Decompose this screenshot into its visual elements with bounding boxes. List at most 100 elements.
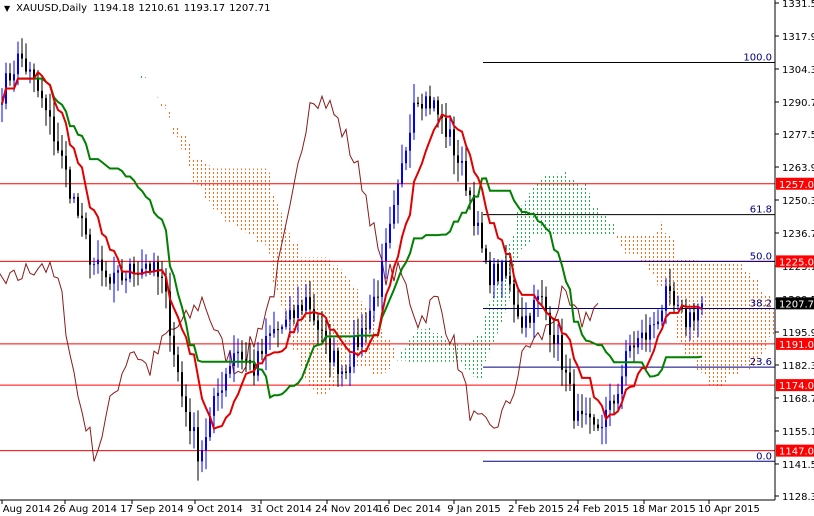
candle-body — [25, 58, 27, 72]
candle-body — [245, 359, 247, 361]
candle-body — [29, 69, 31, 72]
cloud-segment — [396, 358, 400, 361]
candle-body — [373, 296, 375, 311]
cloud-segment — [532, 187, 536, 236]
triangle-down-icon[interactable]: ▼ — [4, 3, 10, 15]
candle-body — [113, 272, 115, 284]
fib-level-label: 23.6 — [750, 357, 772, 368]
candle-body — [105, 270, 107, 278]
candle-body — [185, 396, 187, 412]
candle-body — [173, 335, 175, 355]
fibonacci-retracement: 100.0 61.8 50.0 38.2 23.6 0.0 — [483, 52, 775, 462]
candle-body — [561, 335, 563, 370]
cloud-segment — [380, 329, 384, 374]
cloud-segment — [216, 168, 220, 210]
candle-body — [541, 296, 543, 298]
candle-body — [21, 53, 23, 59]
cloud-segment — [444, 338, 448, 362]
cloud-segment — [548, 175, 552, 236]
y-tick-label: 1236.70 — [782, 229, 814, 240]
candle-body — [657, 321, 659, 325]
cloud-segment — [248, 168, 252, 235]
price-labels: 1257.00 1225.00 1191.00 1174.00 1147.00 1207.… — [776, 177, 814, 458]
fib-level-label: 38.2 — [750, 298, 772, 309]
candle-body — [649, 324, 651, 340]
candle-body — [193, 427, 195, 432]
cloud-segment — [516, 210, 520, 260]
horizontal-levels — [0, 183, 775, 452]
candle-body — [477, 222, 479, 226]
candle-body — [393, 204, 395, 224]
cloud-segment — [556, 173, 560, 236]
candle-body — [205, 437, 207, 451]
cloud-segment — [412, 334, 416, 362]
candle-body — [625, 351, 627, 377]
cloud-segment — [424, 328, 428, 362]
fib-level-label: 61.8 — [750, 205, 772, 216]
candle-body — [61, 150, 63, 156]
cloud-segment — [420, 329, 424, 362]
candle-body — [577, 410, 579, 421]
candle-body — [281, 326, 283, 330]
y-tick-label: 1304.30 — [782, 65, 814, 76]
price-axis: 1331.50 1317.90 1304.30 1290.70 1277.50 1263.… — [775, 0, 814, 503]
cloud-segment — [220, 168, 224, 214]
candle-body — [445, 117, 447, 137]
cloud-segment — [176, 126, 180, 138]
candle-body — [449, 129, 451, 137]
candle-body — [233, 353, 235, 366]
candle-body — [9, 73, 11, 81]
cloud-segment — [256, 168, 260, 242]
x-tick-label: 26 Aug 2014 — [53, 504, 117, 515]
price-level-label: 1174.00 — [779, 381, 814, 392]
candle-body — [629, 345, 631, 352]
cloud-segment — [740, 264, 744, 369]
cloud-segment — [656, 231, 660, 285]
candle-body — [397, 183, 399, 205]
cloud-segment — [624, 235, 628, 254]
candle-body — [349, 366, 351, 373]
candle-body — [513, 283, 515, 305]
candle-body — [321, 329, 323, 331]
candle-body — [693, 312, 695, 321]
x-tick-label: 4 Aug 2014 — [0, 504, 51, 515]
candle-body — [493, 263, 495, 286]
cloud-segment — [292, 242, 296, 350]
candle-body — [401, 163, 403, 184]
y-tick-label: 1263.90 — [782, 163, 814, 174]
candle-body — [293, 310, 295, 319]
cloud-segment — [728, 262, 732, 376]
cloud-segment — [732, 262, 736, 375]
cloud-segment — [560, 175, 564, 236]
candle-body — [689, 312, 691, 328]
candle-body — [533, 299, 535, 323]
candle-body — [645, 332, 647, 340]
candle-body — [413, 102, 415, 133]
candle-body — [621, 376, 623, 394]
candle-body — [161, 276, 163, 279]
candle-body — [453, 129, 455, 156]
candle-body — [661, 310, 663, 322]
cloud-segment — [496, 278, 500, 334]
candle-body — [57, 141, 59, 151]
cloud-segment — [592, 206, 596, 236]
cloud-segment — [164, 104, 168, 109]
candle-body — [273, 329, 275, 334]
candle-body — [145, 263, 147, 269]
price-chart[interactable]: 100.061.850.038.223.60.0 1331.501317.901… — [0, 0, 814, 516]
cloud-segment — [224, 168, 228, 222]
candle-body — [369, 310, 371, 330]
cloud-segment — [416, 329, 420, 362]
candle-body — [437, 100, 439, 115]
candle-body — [529, 315, 531, 323]
cloud-segment — [280, 212, 284, 306]
cloud-segment — [404, 348, 408, 361]
cloud-segment — [344, 276, 348, 373]
candle-body — [673, 291, 675, 306]
cloud-segment — [568, 179, 572, 236]
candle-body — [337, 350, 339, 375]
cloud-segment — [748, 273, 752, 370]
y-tick-label: 1277.50 — [782, 130, 814, 141]
x-tick-label: 24 Nov 2014 — [315, 504, 379, 515]
candle-body — [677, 304, 679, 306]
